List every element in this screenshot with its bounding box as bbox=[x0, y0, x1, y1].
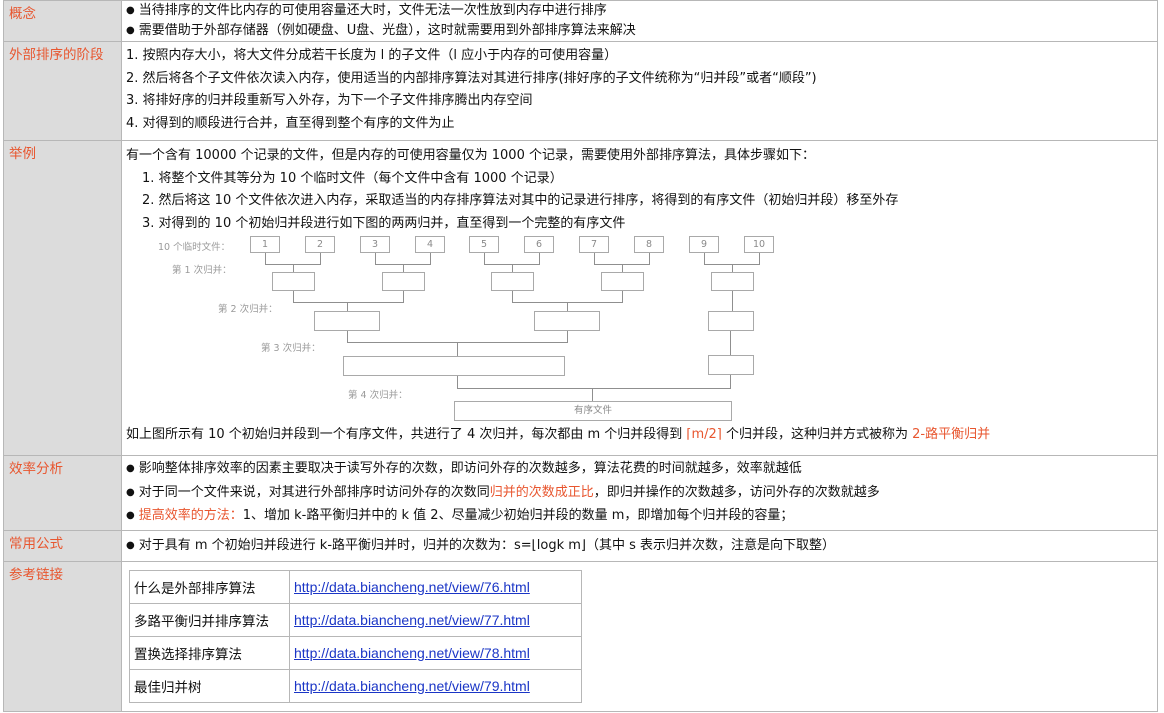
example-content: 有一个含有 10000 个记录的文件，但是内存的可使用容量仅为 1000 个记录… bbox=[121, 140, 1158, 456]
efficiency-highlight: 归并的次数成正比 bbox=[489, 484, 594, 500]
merge-run-box bbox=[708, 354, 754, 375]
merge-run-box bbox=[272, 271, 315, 291]
example-step: 3. 对得到的 10 个初始归并段进行如下图的两两归并，直至得到一个完整的有序文… bbox=[142, 216, 626, 232]
sorted-file-box: 有序文件 bbox=[454, 400, 732, 421]
reference-link[interactable]: http://data.biancheng.net/view/78.html bbox=[289, 636, 582, 670]
efficiency-item: 影响整体排序效率的因素主要取决于读写外存的次数，即访问外存的次数越多，算法花费的… bbox=[138, 461, 802, 476]
efficiency-content: ● 影响整体排序效率的因素主要取决于读写外存的次数，即访问外存的次数越多，算法花费… bbox=[121, 455, 1158, 531]
summary-text: 个归并段，这种归并方式被称为 bbox=[721, 426, 913, 442]
merge-run-box bbox=[708, 310, 754, 331]
merge-run-box bbox=[343, 355, 565, 376]
temp-file-box: 2 bbox=[305, 235, 335, 253]
formula-text: 对于具有 m 个初始归并段进行 k-路平衡归并时，归并的次数为：s=⌊logk … bbox=[138, 538, 836, 553]
merge-run-box bbox=[382, 271, 425, 291]
merge-run-box bbox=[534, 310, 600, 331]
link-title: 最佳归并树 bbox=[129, 669, 290, 703]
temp-file-box: 6 bbox=[524, 235, 554, 253]
merge-run-box bbox=[314, 310, 380, 331]
bullet-icon: ● bbox=[126, 463, 135, 474]
bullet-icon: ● bbox=[126, 510, 135, 522]
row-label-formula: 常用公式 bbox=[3, 530, 122, 562]
temp-file-box: 4 bbox=[415, 235, 445, 253]
round-3-label: 第 3 次归并： bbox=[261, 342, 321, 354]
link-title: 多路平衡归并排序算法 bbox=[129, 603, 290, 637]
example-step: 1. 将整个文件其等分为 10 个临时文件（每个文件中含有 1000 个记录） bbox=[142, 170, 563, 186]
example-summary: 如上图所示有 10 个初始归并段到一个有序文件，共进行了 4 次归并，每次都由 … bbox=[126, 424, 1157, 447]
link-title: 置换选择排序算法 bbox=[129, 636, 290, 670]
merge-run-box bbox=[491, 271, 534, 291]
round-2-label: 第 2 次归并： bbox=[218, 303, 278, 315]
merge-run-box bbox=[601, 271, 644, 291]
concept-item: 需要借助于外部存储器（例如硬盘、U盘、光盘），这时就需要用到外部排序算法来解决 bbox=[138, 23, 636, 38]
bullet-icon: ● bbox=[126, 540, 135, 551]
temp-file-box: 5 bbox=[469, 235, 499, 253]
stage-item: 2. 然后将各个子文件依次读入内存，使用适当的内部排序算法对其进行排序(排好序的… bbox=[126, 70, 817, 86]
efficiency-item: 1、增加 k-路平衡归并中的 k 值 2、尽量减少初始归并段的数量 m，即增加每… bbox=[242, 508, 794, 524]
temp-file-box: 8 bbox=[634, 235, 664, 253]
round-4-label: 第 4 次归并： bbox=[348, 389, 408, 401]
bullet-icon: ● bbox=[126, 5, 135, 16]
round-1-label: 第 1 次归并： bbox=[172, 264, 232, 276]
formula-content: ● 对于具有 m 个初始归并段进行 k-路平衡归并时，归并的次数为：s=⌊logk… bbox=[121, 530, 1158, 562]
temp-file-box: 10 bbox=[744, 235, 774, 253]
efficiency-item: 对于同一个文件来说，对其进行外部排序时访问外存的次数同 bbox=[138, 484, 490, 500]
merge-tree-diagram: 10 个临时文件： 第 1 次归并： 第 2 次归并： 第 3 次归并： 第 4… bbox=[126, 235, 1146, 426]
link-title: 什么是外部排序算法 bbox=[129, 570, 290, 604]
example-intro: 有一个含有 10000 个记录的文件，但是内存的可使用容量仅为 1000 个记录… bbox=[126, 148, 815, 163]
row-label-concept: 概念 bbox=[3, 0, 122, 42]
row-label-refs: 参考链接 bbox=[3, 561, 122, 712]
stage-item: 3. 将排好序的归并段重新写入外存，为下一个子文件排序腾出内存空间 bbox=[126, 93, 533, 109]
row-label-stages: 外部排序的阶段 bbox=[3, 41, 122, 141]
temp-file-box: 1 bbox=[250, 235, 280, 253]
stage-item: 4. 对得到的顺段进行合并，直至得到整个有序的文件为止 bbox=[126, 116, 455, 132]
summary-highlight-ceil: ⌈m/2⌉ bbox=[686, 426, 722, 442]
temp-file-box: 9 bbox=[689, 235, 719, 253]
summary-highlight-method: 2-路平衡归并 bbox=[912, 426, 991, 442]
merge-run-box bbox=[711, 271, 754, 291]
concept-item: 当待排序的文件比内存的可使用容量还大时，文件无法一次性放到内存中进行排序 bbox=[138, 3, 607, 18]
reference-link[interactable]: http://data.biancheng.net/view/76.html bbox=[289, 570, 582, 604]
reference-links-table: 什么是外部排序算法 http://data.biancheng.net/view… bbox=[129, 570, 582, 703]
reference-link[interactable]: http://data.biancheng.net/view/77.html bbox=[289, 603, 582, 637]
stage-item: 1. 按照内存大小，将大文件分成若干长度为 l 的子文件（l 应小于内存的可使用… bbox=[126, 48, 618, 63]
efficiency-highlight: 提高效率的方法： bbox=[138, 508, 243, 524]
example-step: 2. 然后将这 10 个文件依次进入内存，采取适当的内存排序算法对其中的记录进行… bbox=[142, 193, 899, 209]
temp-files-label: 10 个临时文件： bbox=[158, 241, 231, 253]
summary-text: 如上图所示有 10 个初始归并段到一个有序文件，共进行了 4 次归并，每次都由 … bbox=[126, 426, 687, 442]
external-sort-notes-table: 概念 ● 当待排序的文件比内存的可使用容量还大时，文件无法一次性放到内存中进行排序… bbox=[3, 0, 1158, 712]
temp-file-box: 7 bbox=[579, 235, 609, 253]
stages-content: 1. 按照内存大小，将大文件分成若干长度为 l 的子文件（l 应小于内存的可使用… bbox=[121, 41, 1158, 141]
reference-link[interactable]: http://data.biancheng.net/view/79.html bbox=[289, 669, 582, 703]
row-label-efficiency: 效率分析 bbox=[3, 455, 122, 531]
row-label-example: 举例 bbox=[3, 140, 122, 456]
bullet-icon: ● bbox=[126, 25, 135, 36]
bullet-icon: ● bbox=[126, 486, 135, 498]
temp-file-box: 3 bbox=[360, 235, 390, 253]
efficiency-item: ，即归并操作的次数越多，访问外存的次数就越多 bbox=[593, 484, 880, 500]
concept-content: ● 当待排序的文件比内存的可使用容量还大时，文件无法一次性放到内存中进行排序 ● 需… bbox=[121, 0, 1158, 42]
refs-content: 什么是外部排序算法 http://data.biancheng.net/view… bbox=[121, 561, 1158, 712]
